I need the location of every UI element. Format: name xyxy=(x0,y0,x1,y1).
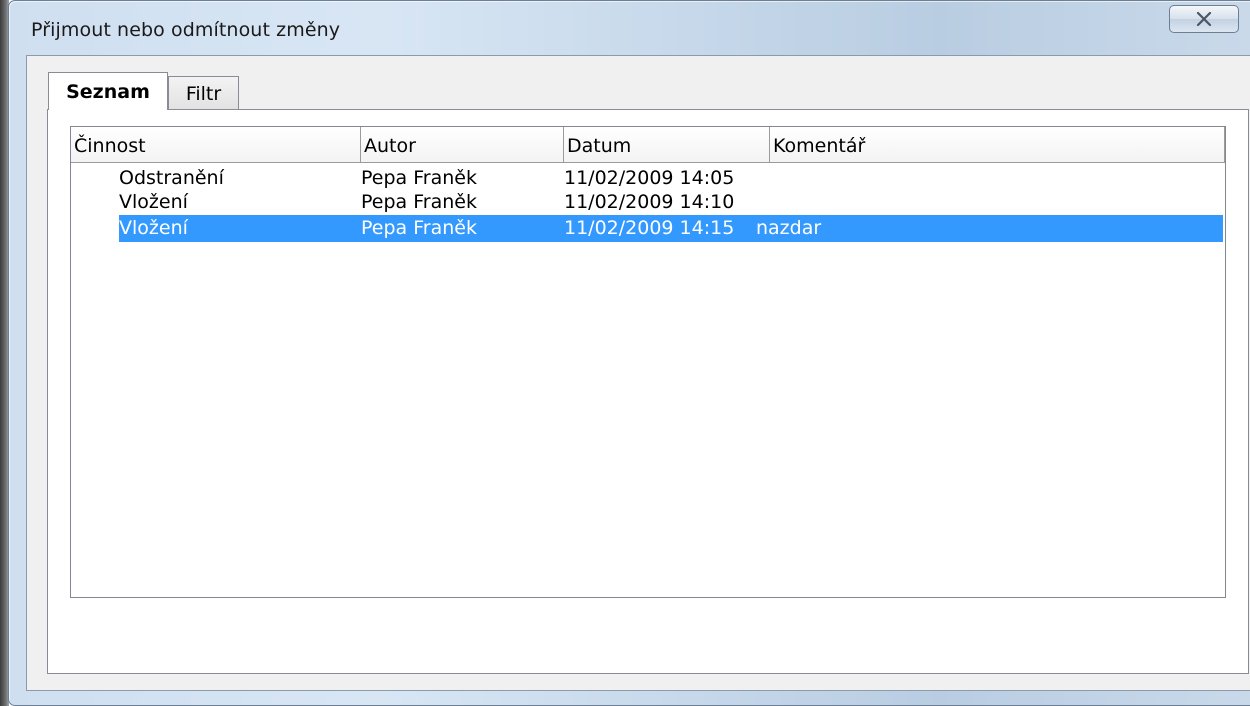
cell-author: Pepa Franěk xyxy=(361,191,477,213)
list-row[interactable]: Vložení Pepa Franěk 11/02/2009 14:10 xyxy=(71,189,1223,216)
close-icon xyxy=(1196,12,1212,26)
changes-list[interactable]: Činnost Autor Datum Komentář Odstranění … xyxy=(70,126,1226,598)
column-header-komentar[interactable]: Komentář xyxy=(770,127,1225,163)
dialog-title: Přijmout nebo odmítnout změny xyxy=(31,19,341,41)
tab-filtr[interactable]: Filtr xyxy=(168,76,239,110)
cell-author: Pepa Franěk xyxy=(361,167,477,189)
column-header-cinnost[interactable]: Činnost xyxy=(71,127,361,163)
cell-action: Vložení xyxy=(119,191,188,213)
column-header-datum[interactable]: Datum xyxy=(564,127,770,163)
cell-comment: nazdar xyxy=(756,217,822,239)
column-header-autor[interactable]: Autor xyxy=(361,127,564,163)
cell-action: Vložení xyxy=(119,217,188,239)
cell-date: 11/02/2009 14:15 xyxy=(564,217,735,239)
cell-date: 11/02/2009 14:05 xyxy=(564,167,735,189)
list-header: Činnost Autor Datum Komentář xyxy=(71,127,1225,163)
tab-seznam[interactable]: Seznam xyxy=(48,72,168,110)
close-button[interactable] xyxy=(1169,5,1239,33)
dialog-client-area: Seznam Filtr Činnost Autor Datum Komentá… xyxy=(26,55,1250,691)
list-row[interactable]: Odstranění Pepa Franěk 11/02/2009 14:05 xyxy=(71,165,1223,192)
tab-panel-seznam: Činnost Autor Datum Komentář Odstranění … xyxy=(47,109,1249,674)
list-row-selected[interactable]: Vložení Pepa Franěk 11/02/2009 14:15 naz… xyxy=(119,215,1223,242)
cell-date: 11/02/2009 14:10 xyxy=(564,191,735,213)
cell-action: Odstranění xyxy=(119,167,224,189)
cell-author: Pepa Franěk xyxy=(361,217,477,239)
dialog-window: Přijmout nebo odmítnout změny Seznam Fil… xyxy=(8,0,1250,706)
